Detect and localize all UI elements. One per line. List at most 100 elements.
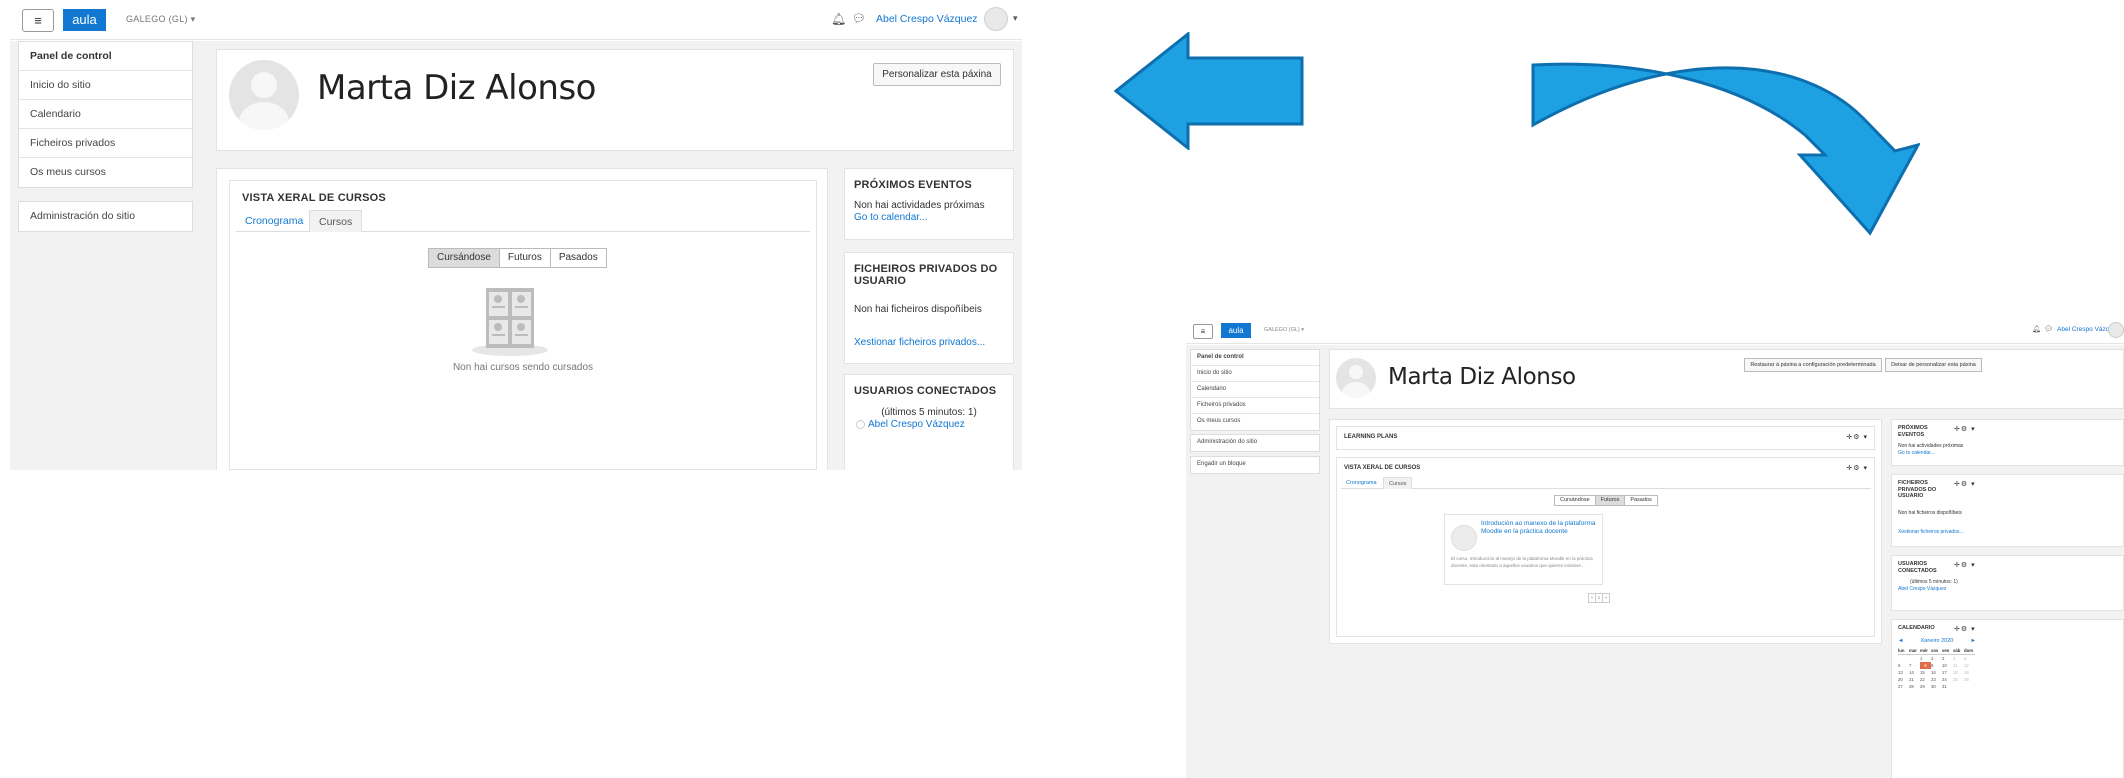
add-block-link[interactable]: Engadir un bloque	[1191, 457, 1319, 473]
online-users-period: (últimos 5 minutos: 1)	[881, 407, 977, 418]
calendar-day[interactable]: 15	[1920, 669, 1931, 676]
course-title-link[interactable]: Introdución ao manexo de la plataforma M…	[1481, 520, 1599, 535]
calendar-day[interactable]: 26	[1964, 676, 1975, 683]
calendar-day[interactable]: 18	[1953, 669, 1964, 676]
filter-future-button[interactable]: Futuros	[498, 248, 551, 268]
calendar-day[interactable]: 16	[1931, 669, 1942, 676]
calendar-grid: lun mar mér xov ven sáb dom 1 2 3 4 5 6 7 8 9 10 11 12 13 14…	[1898, 647, 2117, 690]
calendar-day[interactable]: 28	[1909, 683, 1920, 690]
reset-page-button[interactable]: Restaurar á páxina a configuración prede…	[1744, 358, 1882, 372]
calendar-day[interactable]: 3	[1942, 655, 1953, 662]
calendar-day[interactable]: 1	[1920, 655, 1931, 662]
empty-courses-icon	[472, 288, 548, 356]
block-actions-icon[interactable]: ✛⚙ ▾	[1954, 625, 1976, 633]
user-avatar[interactable]	[2108, 322, 2124, 338]
nav-item-calendar[interactable]: Calendario	[1191, 382, 1319, 398]
site-brand[interactable]: aula	[63, 9, 106, 31]
block-actions-icon[interactable]: ✛⚙ ▾	[1954, 425, 1976, 433]
manage-private-files-link[interactable]: Xestionar ficheiros privados...	[854, 337, 1004, 349]
next-month-icon[interactable]: ►	[1971, 638, 1976, 644]
online-user-link[interactable]: Abel Crespo Vázquez	[1898, 586, 2117, 593]
calendar-day[interactable]: 11	[1953, 662, 1964, 669]
tab-courses[interactable]: Cursos	[1383, 477, 1413, 489]
bell-icon[interactable]: 🔔︎	[2032, 325, 2041, 333]
calendar-day[interactable]: 31	[1942, 683, 1953, 690]
calendar-link[interactable]: Go to calendar...	[1898, 450, 2117, 457]
calendar-day[interactable]: 23	[1931, 676, 1942, 683]
user-avatar[interactable]	[984, 7, 1008, 31]
chevron-down-icon[interactable]: ▾	[1013, 13, 1018, 24]
tab-courses[interactable]: Cursos	[309, 210, 363, 232]
nav-item-dashboard[interactable]: Panel de control	[1191, 350, 1319, 366]
nav-item-private-files[interactable]: Ficheiros privados	[1191, 398, 1319, 414]
calendar-day[interactable]: 29	[1920, 683, 1931, 690]
nav-item-site-home[interactable]: Inicio do sitio	[1191, 366, 1319, 382]
calendar-day[interactable]: 24	[1942, 676, 1953, 683]
filter-past-button[interactable]: Pasados	[549, 248, 607, 268]
calendar-day[interactable]: 12	[1964, 662, 1975, 669]
calendar-day[interactable]: 20	[1898, 676, 1909, 683]
nav-item-my-courses[interactable]: Os meus cursos	[1191, 414, 1319, 430]
filter-in-progress-button[interactable]: Cursándose	[1554, 495, 1596, 506]
course-card[interactable]: Introdución ao manexo de la plataforma M…	[1444, 514, 1603, 585]
user-name[interactable]: Abel Crespo Vázquez	[876, 13, 978, 25]
calendar-day[interactable]: 22	[1920, 676, 1931, 683]
calendar-day[interactable]: 14	[1909, 669, 1920, 676]
calendar-empty-cell	[1953, 683, 1964, 690]
chat-icon[interactable]: 💬︎	[2044, 325, 2053, 333]
block-actions-icon[interactable]: ✛⚙ ▾	[1954, 561, 1976, 569]
course-filter-group: Cursándose Futuros Pasados	[428, 248, 607, 268]
menu-toggle-button[interactable]: ≡	[22, 9, 54, 32]
calendar-day[interactable]: 21	[1909, 676, 1920, 683]
filter-past-button[interactable]: Pasados	[1624, 495, 1658, 506]
profile-avatar	[229, 60, 299, 130]
calendar-day[interactable]: 10	[1942, 662, 1953, 669]
user-icon	[856, 420, 865, 429]
calendar-day[interactable]: 25	[1953, 676, 1964, 683]
site-brand[interactable]: aula	[1221, 323, 1251, 338]
language-menu[interactable]: GALEGO (GL) ▾	[126, 14, 195, 25]
nav-item-private-files[interactable]: Ficheiros privados	[19, 129, 192, 158]
nav-item-site-admin[interactable]: Administración do sitio	[19, 202, 192, 231]
bell-icon[interactable]: 🔔︎	[831, 12, 846, 26]
calendar-day[interactable]: 19	[1964, 669, 1975, 676]
tab-timeline[interactable]: Cronograma	[236, 210, 312, 232]
calendar-day[interactable]: 9	[1931, 662, 1942, 669]
tab-timeline[interactable]: Cronograma	[1341, 477, 1382, 489]
stop-customizing-button[interactable]: Deixar de personalizar esta páxina	[1885, 358, 1982, 372]
prev-month-icon[interactable]: ◄	[1898, 638, 1903, 644]
upcoming-events-block: PRÓXIMOS EVENTOS Non hai actividades pró…	[844, 168, 1014, 240]
nav-item-site-admin[interactable]: Administración do sitio	[1191, 435, 1319, 451]
calendar-day[interactable]: 7	[1909, 662, 1920, 669]
calendar-day[interactable]: 2	[1931, 655, 1942, 662]
calendar-day[interactable]: 5	[1964, 655, 1975, 662]
calendar-day[interactable]: 8	[1920, 661, 1931, 669]
calendar-day[interactable]: 6	[1898, 662, 1909, 669]
block-actions-icon[interactable]: ✛⚙ ▾	[1954, 480, 1976, 488]
menu-toggle-button[interactable]: ≡	[1193, 324, 1213, 339]
language-menu[interactable]: GALEGO (GL) ▾	[1264, 327, 1304, 333]
calendar-day[interactable]: 27	[1898, 683, 1909, 690]
filter-future-button[interactable]: Futuros	[1594, 495, 1626, 506]
block-region: PRÓXIMOS EVENTOS ✛⚙ ▾ Non hai actividade…	[1891, 419, 2124, 778]
customize-page-button[interactable]: Personalizar esta páxina	[873, 63, 1001, 86]
manage-private-files-link[interactable]: Xestionar ficheiros privados...	[1898, 529, 2117, 536]
overview-tabs: Cronograma Cursos	[1341, 477, 1871, 489]
nav-item-dashboard[interactable]: Panel de control	[19, 42, 192, 71]
block-title: LEARNING PLANS	[1344, 434, 1398, 440]
block-actions-icon[interactable]: ✛⚙ ▾	[1846, 464, 1868, 472]
nav-item-calendar[interactable]: Calendario	[19, 100, 192, 129]
calendar-day[interactable]: 30	[1931, 683, 1942, 690]
page-next-button[interactable]: »	[1602, 593, 1610, 603]
nav-item-site-home[interactable]: Inicio do sitio	[19, 71, 192, 100]
online-user-link[interactable]: Abel Crespo Vázquez	[854, 419, 1004, 431]
filter-in-progress-button[interactable]: Cursándose	[428, 248, 500, 268]
block-actions-icon[interactable]: ✛⚙ ▾	[1846, 433, 1868, 441]
chat-icon[interactable]: 💬︎	[852, 12, 866, 25]
calendar-link[interactable]: Go to calendar...	[854, 212, 1004, 224]
calendar-day[interactable]: 13	[1898, 669, 1909, 676]
calendar-day[interactable]: 17	[1942, 669, 1953, 676]
calendar-day[interactable]: 4	[1953, 655, 1964, 662]
nav-item-my-courses[interactable]: Os meus cursos	[19, 158, 192, 187]
course-overview-block: VISTA XERAL DE CURSOS ✛⚙ ▾ Cronograma Cu…	[1336, 457, 1875, 637]
